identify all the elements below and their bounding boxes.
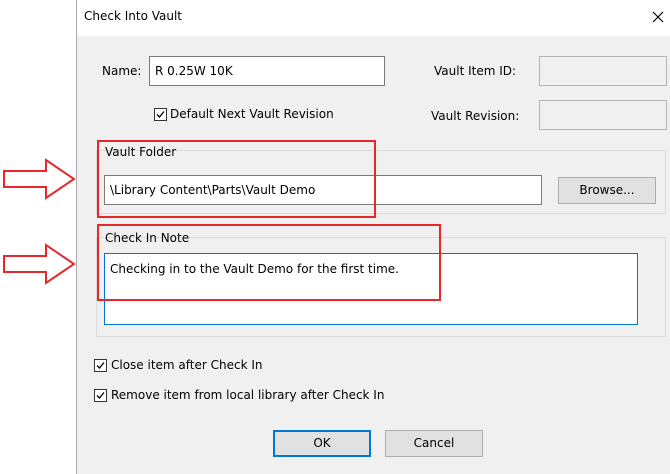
check-in-note-field[interactable]: Checking in to the Vault Demo for the fi… xyxy=(104,253,638,325)
vault-folder-label: Vault Folder xyxy=(105,145,177,159)
check-in-note-label: Check In Note xyxy=(105,231,190,245)
check-into-vault-dialog: Check Into Vault Name: R 0.25W 10K Vault… xyxy=(76,0,670,474)
default-next-revision-label: Default Next Vault Revision xyxy=(170,107,334,121)
dialog-title: Check Into Vault xyxy=(84,9,183,23)
remove-from-library-label: Remove item from local library after Che… xyxy=(111,388,385,402)
cancel-button[interactable]: Cancel xyxy=(385,430,483,457)
browse-button[interactable]: Browse... xyxy=(558,177,656,204)
right-arrow-icon xyxy=(3,158,76,200)
name-field[interactable]: R 0.25W 10K xyxy=(149,56,385,86)
vault-item-id-label: Vault Item ID: xyxy=(434,64,517,78)
close-after-checkin-label: Close item after Check In xyxy=(111,358,263,372)
checkmark-icon xyxy=(156,111,165,118)
title-bar: Check Into Vault xyxy=(77,0,670,36)
name-label: Name: xyxy=(102,64,142,78)
close-after-checkin-checkbox[interactable] xyxy=(94,359,107,372)
vault-revision-field[interactable] xyxy=(539,100,667,130)
remove-from-library-checkbox[interactable] xyxy=(94,389,107,402)
checkmark-icon xyxy=(96,362,105,369)
vault-item-id-field[interactable] xyxy=(539,56,667,86)
vault-revision-label: Vault Revision: xyxy=(431,109,520,123)
ok-button[interactable]: OK xyxy=(273,430,371,457)
close-icon[interactable] xyxy=(647,6,669,28)
right-arrow-icon xyxy=(3,243,76,285)
vault-folder-path-field[interactable]: \Library Content\Parts\Vault Demo xyxy=(104,175,542,205)
checkmark-icon xyxy=(96,392,105,399)
default-next-revision-checkbox[interactable] xyxy=(154,108,167,121)
